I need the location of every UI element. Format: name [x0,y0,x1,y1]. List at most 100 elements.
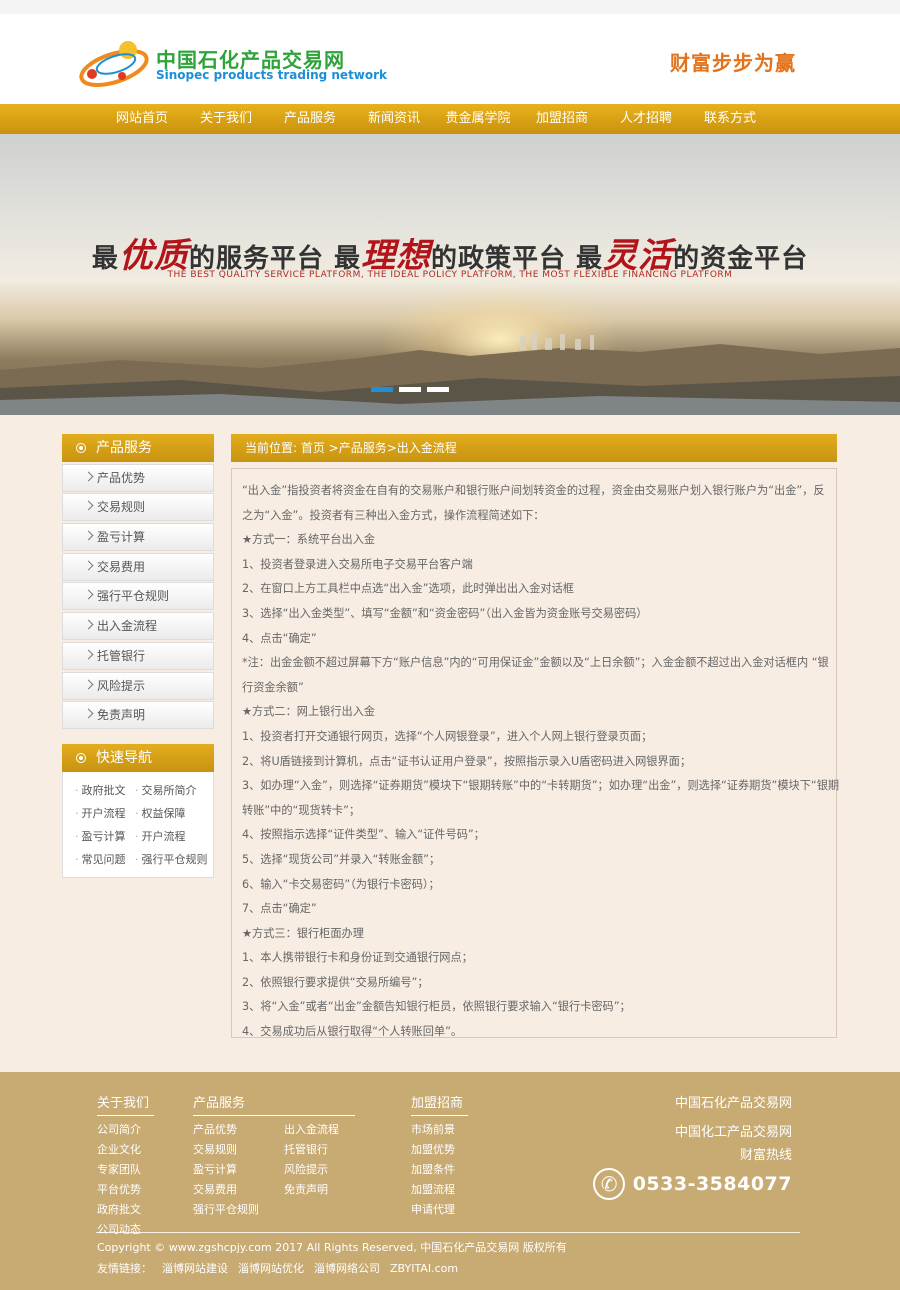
footer-link[interactable]: 公司简介 [97,1120,154,1140]
header-slogan: 财富步步为赢 [670,51,796,75]
site-logo[interactable]: 中国石化产品交易网 Sinopec products trading netwo… [78,36,387,96]
footer-link[interactable]: 交易费用 [193,1180,284,1200]
article-paragraph: 3、选择“出入金类型”、填写“金额”和“资金密码”（出入金皆为资金账号交易密码） [242,606,648,620]
footer-link[interactable]: 企业文化 [97,1140,154,1160]
footer-link[interactable]: 出入金流程 [284,1120,339,1140]
nav-contact[interactable]: 联系方式 [688,104,772,134]
quicknav-link[interactable]: 开户流程 [135,828,215,844]
quicknav-title: 快速导航 [96,750,152,766]
footer-join-title: 加盟招商 [411,1092,468,1116]
article-paragraph: 5、选择“现货公司”并录入“转账金额”； [242,852,441,866]
footer-link[interactable]: 交易规则 [193,1140,284,1160]
slider-dot-1[interactable] [371,387,393,392]
sidebar-item-advantages[interactable]: 产品优势 [62,463,214,492]
slider-dot-3[interactable] [427,387,449,392]
sidebar-item-pnl[interactable]: 盈亏计算 [62,523,214,552]
quicknav-link[interactable]: 开户流程 [75,805,135,821]
footer-link[interactable]: 免责声明 [284,1180,339,1200]
quicknav-link[interactable]: 交易所简介 [135,782,215,798]
nav-academy[interactable]: 贵金属学院 [436,104,520,134]
site-header: 中国石化产品交易网 Sinopec products trading netwo… [0,0,900,104]
article-paragraph: ★方式二：网上银行出入金 [242,705,376,719]
article-paragraph: 3、将“入金”或者“出金”金额告知银行柜员，依照银行要求输入“银行卡密码”； [242,1000,631,1014]
quicknav-box: 政府批文 交易所简介 开户流程 权益保障 盈亏计算 开户流程 常见问题 强行平仓… [62,772,214,878]
friend-link[interactable]: 淄博网站优化 [238,1262,304,1275]
sidebar-item-custodian-bank[interactable]: 托管银行 [62,641,214,670]
sidebar-products-title: 产品服务 [96,440,152,456]
quicknav-link[interactable]: 常见问题 [75,851,135,867]
quicknav-link[interactable]: 盈亏计算 [75,828,135,844]
footer-link[interactable]: 强行平仓规则 [193,1200,284,1220]
footer-products-title: 产品服务 [193,1092,355,1116]
article-paragraph: 1、本人携带银行卡和身份证到交通银行网点； [242,951,473,965]
footer-products-column: 产品服务 产品优势 交易规则 盈亏计算 交易费用 强行平仓规则 出入金流程 托管银行 风险提… [193,1092,355,1220]
nav-products[interactable]: 产品服务 [268,104,352,134]
nav-careers[interactable]: 人才招聘 [604,104,688,134]
slider-dots [371,387,449,392]
sidebar-item-risk[interactable]: 风险提示 [62,671,214,700]
nav-home[interactable]: 网站首页 [100,104,184,134]
article-paragraph: 6、输入“卡交易密码”（为银行卡密码）； [242,877,440,891]
footer-link[interactable]: 盈亏计算 [193,1160,284,1180]
footer-join-column: 加盟招商 市场前景 加盟优势 加盟条件 加盟流程 申请代理 [411,1092,468,1220]
chevron-right-icon [83,530,94,541]
footer-link[interactable]: 加盟条件 [411,1160,468,1180]
footer-copyright: Copyright © www.zgshcpjy.com 2017 All Ri… [97,1241,567,1254]
footer-hotline-label: 财富热线 [739,1148,792,1163]
footer-link[interactable]: 风险提示 [284,1160,339,1180]
footer-link[interactable]: 申请代理 [411,1200,468,1220]
site-footer: 关于我们 公司简介 企业文化 专家团队 平台优势 政府批文 公司动态 产品服务 产品优势交… [0,1072,900,1290]
footer-link[interactable]: 政府批文 [97,1200,154,1220]
quicknav-link[interactable]: 权益保障 [135,805,215,821]
sidebar-quicknav: 快速导航 政府批文 交易所简介 开户流程 权益保障 盈亏计算 开户流程 常见问题… [62,744,214,878]
sidebar-item-liquidation[interactable]: 强行平仓规则 [62,582,214,611]
article-paragraph: 转账”中的“现货转卡”； [242,803,361,817]
article-paragraph: ★方式三：银行柜面办理 [242,926,364,940]
friend-link[interactable]: ZBYITAI.com [390,1262,458,1275]
quicknav-header: 快速导航 [62,744,214,772]
nav-franchise[interactable]: 加盟招商 [520,104,604,134]
nav-about[interactable]: 关于我们 [184,104,268,134]
circle-dot-icon [76,753,86,763]
phone-icon [592,1168,625,1200]
nav-news[interactable]: 新闻资讯 [352,104,436,134]
banner-city-image [0,332,900,415]
friend-link[interactable]: 淄博网站建设 [162,1262,228,1275]
footer-link[interactable]: 加盟流程 [411,1180,468,1200]
slider-dot-2[interactable] [399,387,421,392]
chevron-right-icon [83,471,94,482]
article-paragraph: 之为“入金”。投资者有三种出入金方式，操作流程简述如下： [242,508,545,522]
footer-link[interactable]: 市场前景 [411,1120,468,1140]
footer-link[interactable]: 加盟优势 [411,1140,468,1160]
footer-about-column: 关于我们 公司简介 企业文化 专家团队 平台优势 政府批文 公司动态 [97,1092,154,1240]
sidebar-item-disclaimer[interactable]: 免责声明 [62,701,214,730]
footer-phone: 0533-3584077 [592,1168,792,1200]
footer-about-title: 关于我们 [97,1092,154,1116]
hero-banner[interactable]: 最优质的服务平台 最理想的政策平台 最灵活的资金平台 THE BEST QUAL… [0,134,900,415]
quicknav-link[interactable]: 政府批文 [75,782,135,798]
footer-link[interactable]: 平台优势 [97,1180,154,1200]
footer-link[interactable]: 专家团队 [97,1160,154,1180]
footer-contact: 中国石化产品交易网 中国化工产品交易网 财富热线 [675,1094,792,1166]
article-paragraph: 7、点击“确定” [242,902,317,916]
sidebar-item-deposit-withdraw[interactable]: 出入金流程 [62,612,214,641]
logo-english-name: Sinopec products trading network [156,68,388,82]
friend-link[interactable]: 淄博网络公司 [314,1262,380,1275]
circle-dot-icon [76,443,86,453]
article-paragraph: 4、按照指示选择“证件类型”、输入“证件号码”； [242,828,485,842]
footer-friend-links: 友情链接： 淄博网站建设 淄博网站优化 淄博网络公司 ZBYITAI.com [97,1260,468,1276]
chevron-right-icon [83,649,94,660]
footer-link[interactable]: 产品优势 [193,1120,284,1140]
article-paragraph: 1、投资者打开交通银行网页，选择“个人网银登录”，进入个人网上银行登录页面； [242,729,653,743]
sidebar-item-rules[interactable]: 交易规则 [62,493,214,522]
footer-link[interactable]: 公司动态 [97,1220,154,1240]
chevron-right-icon [83,679,94,689]
article-paragraph: 3、如办理“入金”，则选择“证券期货”模块下“银期转账”中的“卡转期货”；如办理… [242,779,840,793]
quicknav-link[interactable]: 强行平仓规则 [135,851,215,867]
footer-site-name-1: 中国石化产品交易网 [674,1096,792,1111]
footer-link[interactable]: 托管银行 [284,1140,339,1160]
article-paragraph: 1、投资者登录进入交易所电子交易平台客户端 [242,557,473,571]
article-paragraph: 行资金余额” [242,680,304,694]
sidebar-item-fees[interactable]: 交易费用 [62,552,214,581]
chevron-right-icon [83,589,94,600]
